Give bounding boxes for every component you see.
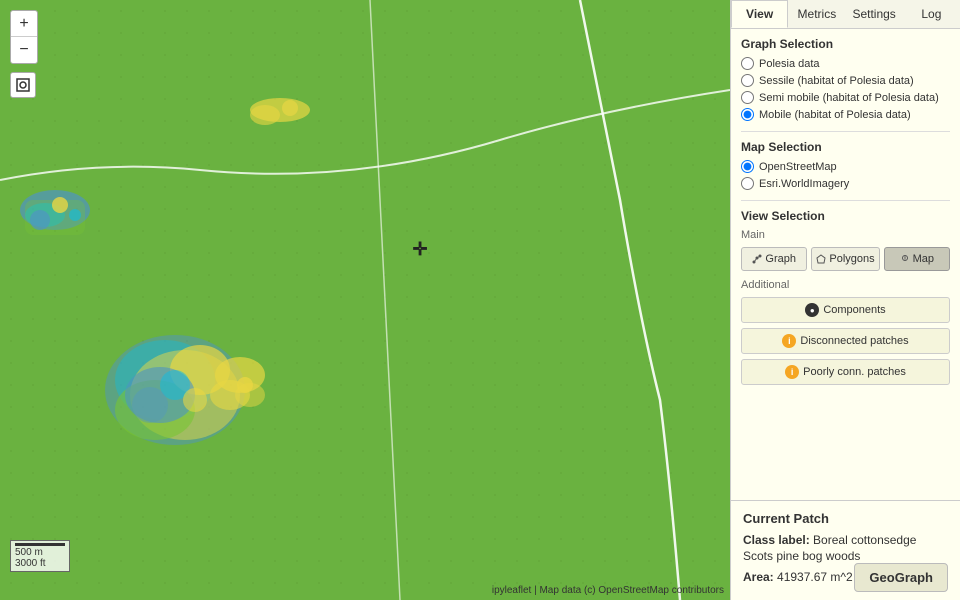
radio-semi-mobile[interactable]: Semi mobile (habitat of Polesia data) [741, 91, 950, 104]
divider-1 [741, 131, 950, 132]
tab-view[interactable]: View [731, 0, 788, 28]
view-button-group: Graph Polygons Map [741, 247, 950, 271]
map-attribution: ipyleaflet | Map data (c) OpenStreetMap … [0, 585, 730, 596]
right-panel: View Metrics Settings Log Graph Selectio… [730, 0, 960, 600]
btn-poorly-connected[interactable]: i Poorly conn. patches [741, 359, 950, 385]
zoom-in-button[interactable]: + [11, 11, 37, 37]
current-patch-title: Current Patch [743, 511, 948, 526]
current-patch-section: Current Patch Class label: Boreal cotton… [731, 500, 960, 600]
info-icon-poorly: i [785, 365, 799, 379]
view-selection-title: View Selection [741, 209, 950, 223]
radio-sessile[interactable]: Sessile (habitat of Polesia data) [741, 74, 950, 87]
btn-polygons[interactable]: Polygons [811, 247, 879, 271]
graph-selection-group: Polesia data Sessile (habitat of Polesia… [741, 57, 950, 121]
map-selection-group: OpenStreetMap Esri.WorldImagery [741, 160, 950, 190]
dot-icon-components: ● [805, 303, 819, 317]
radio-semi-mobile-input[interactable] [741, 91, 754, 104]
svg-text:✛: ✛ [412, 239, 427, 259]
scale-bar: 500 m 3000 ft [10, 540, 70, 572]
map-selection-title: Map Selection [741, 140, 950, 154]
tab-settings[interactable]: Settings [846, 0, 903, 28]
additional-label: Additional [741, 279, 950, 291]
map-area[interactable]: ✛ + − 500 m 3000 ft ipyleaflet | Map dat… [0, 0, 730, 600]
radio-mobile[interactable]: Mobile (habitat of Polesia data) [741, 108, 950, 121]
extent-icon [16, 78, 30, 92]
scale-label-top: 500 m [15, 547, 65, 558]
btn-graph[interactable]: Graph [741, 247, 807, 271]
tab-bar: View Metrics Settings Log [731, 0, 960, 29]
zoom-controls: + − [10, 10, 38, 64]
btn-components[interactable]: ● Components [741, 297, 950, 323]
map-icon [900, 254, 910, 264]
tab-log[interactable]: Log [903, 0, 960, 28]
zoom-extent-button[interactable] [10, 72, 36, 98]
radio-esri-input[interactable] [741, 177, 754, 190]
radio-osm[interactable]: OpenStreetMap [741, 160, 950, 173]
divider-2 [741, 200, 950, 201]
radio-sessile-input[interactable] [741, 74, 754, 87]
btn-map[interactable]: Map [884, 247, 950, 271]
info-icon-disconnected: i [782, 334, 796, 348]
radio-osm-input[interactable] [741, 160, 754, 173]
radio-mobile-input[interactable] [741, 108, 754, 121]
radio-polesia-input[interactable] [741, 57, 754, 70]
graph-icon [752, 254, 762, 264]
main-label: Main [741, 229, 950, 241]
graph-selection-title: Graph Selection [741, 37, 950, 51]
zoom-out-button[interactable]: − [11, 37, 37, 63]
tab-metrics[interactable]: Metrics [788, 0, 845, 28]
radio-polesia[interactable]: Polesia data [741, 57, 950, 70]
patch-class-label: Class label: Boreal cottonsedge Scots pi… [743, 532, 948, 566]
btn-disconnected-patches[interactable]: i Disconnected patches [741, 328, 950, 354]
radio-esri[interactable]: Esri.WorldImagery [741, 177, 950, 190]
geograph-button[interactable]: GeoGraph [854, 563, 948, 592]
scale-label-bottom: 3000 ft [15, 558, 65, 569]
polygon-icon [816, 254, 826, 264]
